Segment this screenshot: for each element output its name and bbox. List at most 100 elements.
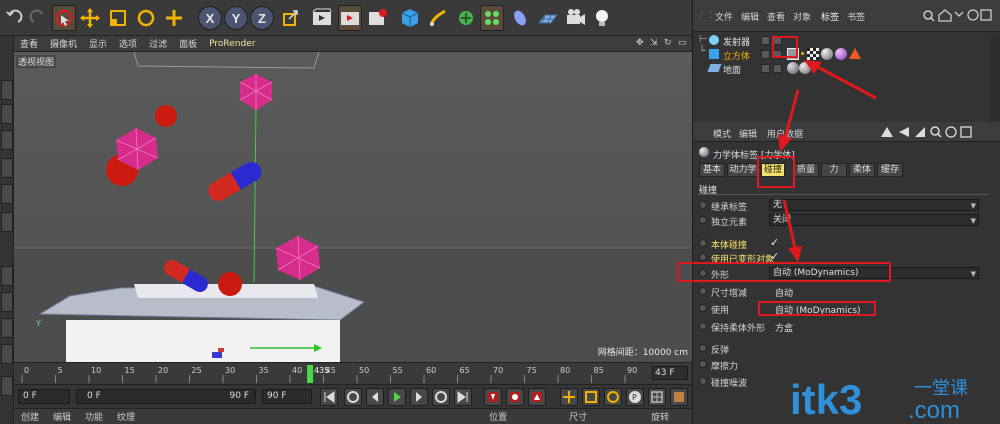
animate-radio[interactable] <box>699 344 707 352</box>
viewport-menu-panel[interactable]: 面板 <box>173 37 203 50</box>
animate-radio[interactable] <box>699 253 707 261</box>
material-menu-create[interactable]: 创建 <box>14 410 46 423</box>
z-axis-lock-icon[interactable]: Z <box>250 6 274 30</box>
nurbs-icon[interactable] <box>454 5 478 31</box>
material-menu-texture[interactable]: 纹理 <box>110 410 142 423</box>
checker-material-icon[interactable] <box>807 48 819 60</box>
polygons-mode-icon[interactable] <box>1 212 13 232</box>
deformer-icon[interactable] <box>508 5 532 31</box>
viewport-menu-prorender[interactable]: ProRender <box>203 39 261 49</box>
go-to-start-icon[interactable] <box>320 388 338 406</box>
perspective-viewport[interactable]: Y 透视视图 网格间距：10000 cm <box>14 52 692 362</box>
key-point-level-icon[interactable] <box>648 388 666 406</box>
y-axis-lock-icon[interactable]: Y <box>224 6 248 30</box>
select-tool-icon[interactable] <box>52 5 76 31</box>
render-settings-icon[interactable] <box>366 5 390 31</box>
edges-mode-icon[interactable] <box>1 184 13 204</box>
material-menu-function[interactable]: 功能 <box>78 410 110 423</box>
points-mode-icon[interactable] <box>1 158 13 178</box>
render-picture-viewer-icon[interactable] <box>338 5 362 31</box>
animate-radio[interactable] <box>699 216 707 224</box>
texture-mode-icon[interactable] <box>1 104 13 124</box>
orbit-icon[interactable]: ↻ <box>664 38 674 48</box>
rotate-tool-icon[interactable] <box>134 5 158 31</box>
animate-radio[interactable] <box>699 304 707 312</box>
param-row[interactable]: 反弹 <box>693 342 993 356</box>
viewport-menu-camera[interactable]: 摄像机 <box>44 37 83 50</box>
gray-material-icon[interactable] <box>799 62 811 74</box>
param-dropdown[interactable]: 关闭 ▼ <box>769 214 979 226</box>
om-menu-bookmarks[interactable]: 书签 <box>847 10 865 23</box>
axis-mode-icon[interactable] <box>1 266 13 286</box>
add-tool-icon[interactable] <box>162 5 186 31</box>
tweak-mode-icon[interactable] <box>1 292 13 312</box>
object-row-emitter[interactable]: ⊢ 发射器 <box>693 34 993 48</box>
tab-cache[interactable]: 缓存 <box>877 163 903 177</box>
current-frame-field[interactable]: 43 F <box>652 366 688 380</box>
viewport-menu-filter[interactable]: 过滤 <box>143 37 173 50</box>
animate-radio[interactable] <box>699 322 707 330</box>
param-row[interactable]: 本体碰撞 ✓ <box>693 236 993 251</box>
gray-material-icon[interactable] <box>821 48 833 60</box>
quantize-icon[interactable] <box>1 376 13 396</box>
timeline-window-icon[interactable] <box>670 388 688 406</box>
viewport-menu-view[interactable]: 查看 <box>14 37 44 50</box>
om-menu-edit[interactable]: 编辑 <box>741 10 759 23</box>
auto-key-icon[interactable] <box>506 388 524 406</box>
light-icon[interactable] <box>590 5 614 31</box>
am-menu-userdata[interactable]: 用户数据 <box>767 127 803 140</box>
pen-spline-icon[interactable] <box>426 5 450 31</box>
collider-tag-icon[interactable] <box>787 62 799 74</box>
visibility-toggle[interactable] <box>761 64 770 73</box>
viewport-menu-options[interactable]: 选项 <box>113 37 143 50</box>
scale-tool-icon[interactable] <box>106 5 130 31</box>
camera-icon[interactable] <box>564 5 588 31</box>
am-menu-mode[interactable]: 模式 <box>713 127 731 140</box>
om-menu-view[interactable]: 查看 <box>767 10 785 23</box>
param-value[interactable]: 方盒 <box>775 321 793 334</box>
om-menu-tags[interactable]: 标签 <box>821 10 839 23</box>
render-view-icon[interactable] <box>310 5 334 31</box>
param-row[interactable]: 继承标签无 ▼ <box>693 199 993 213</box>
undo-icon[interactable] <box>2 5 26 31</box>
previous-frame-icon[interactable] <box>366 388 384 406</box>
redo-icon[interactable] <box>26 5 50 31</box>
go-to-end-icon[interactable] <box>454 388 472 406</box>
animate-radio[interactable] <box>699 201 707 209</box>
material-menu-edit[interactable]: 编辑 <box>46 410 78 423</box>
keyframe-selection-icon[interactable] <box>528 388 546 406</box>
animate-radio[interactable] <box>699 377 707 385</box>
param-dropdown[interactable]: 无 ▼ <box>769 199 979 211</box>
end-frame-field[interactable]: 90 F <box>262 389 312 404</box>
next-key-icon[interactable] <box>432 388 450 406</box>
mograph-cloner-icon[interactable] <box>480 5 504 31</box>
sculpt-icon[interactable] <box>1 344 13 364</box>
timeline-ruler[interactable]: 0 5 10 15 20 25 30 35 40 45 50 55 60 65 70 75 80 85 90 435 … <box>14 362 692 384</box>
next-frame-icon[interactable] <box>410 388 428 406</box>
object-row-ground[interactable]: 地面 <box>693 62 993 76</box>
zoom-icon[interactable]: ⇲ <box>650 38 660 48</box>
model-mode-icon[interactable] <box>1 80 13 100</box>
move-tool-icon[interactable] <box>78 5 102 31</box>
param-row[interactable]: 保持柔体外形 方盒 <box>693 320 993 334</box>
viewport-menu-display[interactable]: 显示 <box>83 37 113 50</box>
tab-dynamics[interactable]: 动力学 <box>727 163 759 177</box>
tab-mass[interactable]: 质量 <box>793 163 819 177</box>
coordinate-system-icon[interactable] <box>278 5 302 31</box>
purple-material-icon[interactable] <box>835 48 847 60</box>
tab-basic[interactable]: 基本 <box>699 163 725 177</box>
record-key-icon[interactable] <box>484 388 502 406</box>
om-toolbar-icons[interactable] <box>923 8 993 22</box>
object-row-cube[interactable]: └ 立方体 <box>693 46 993 62</box>
visibility-toggle[interactable] <box>761 50 770 59</box>
range-slider[interactable]: 0 F 90 F <box>76 389 256 404</box>
tab-softbody[interactable]: 柔体 <box>849 163 875 177</box>
key-parameter-icon[interactable]: P <box>626 388 644 406</box>
triangle-tag-icon[interactable] <box>849 48 861 59</box>
animate-radio[interactable] <box>699 360 707 368</box>
param-value[interactable]: 自动 <box>775 286 793 299</box>
key-position-icon[interactable] <box>560 388 578 406</box>
animate-radio[interactable] <box>699 287 707 295</box>
x-axis-lock-icon[interactable]: X <box>198 6 222 30</box>
start-frame-field[interactable]: 0 F <box>18 389 70 404</box>
